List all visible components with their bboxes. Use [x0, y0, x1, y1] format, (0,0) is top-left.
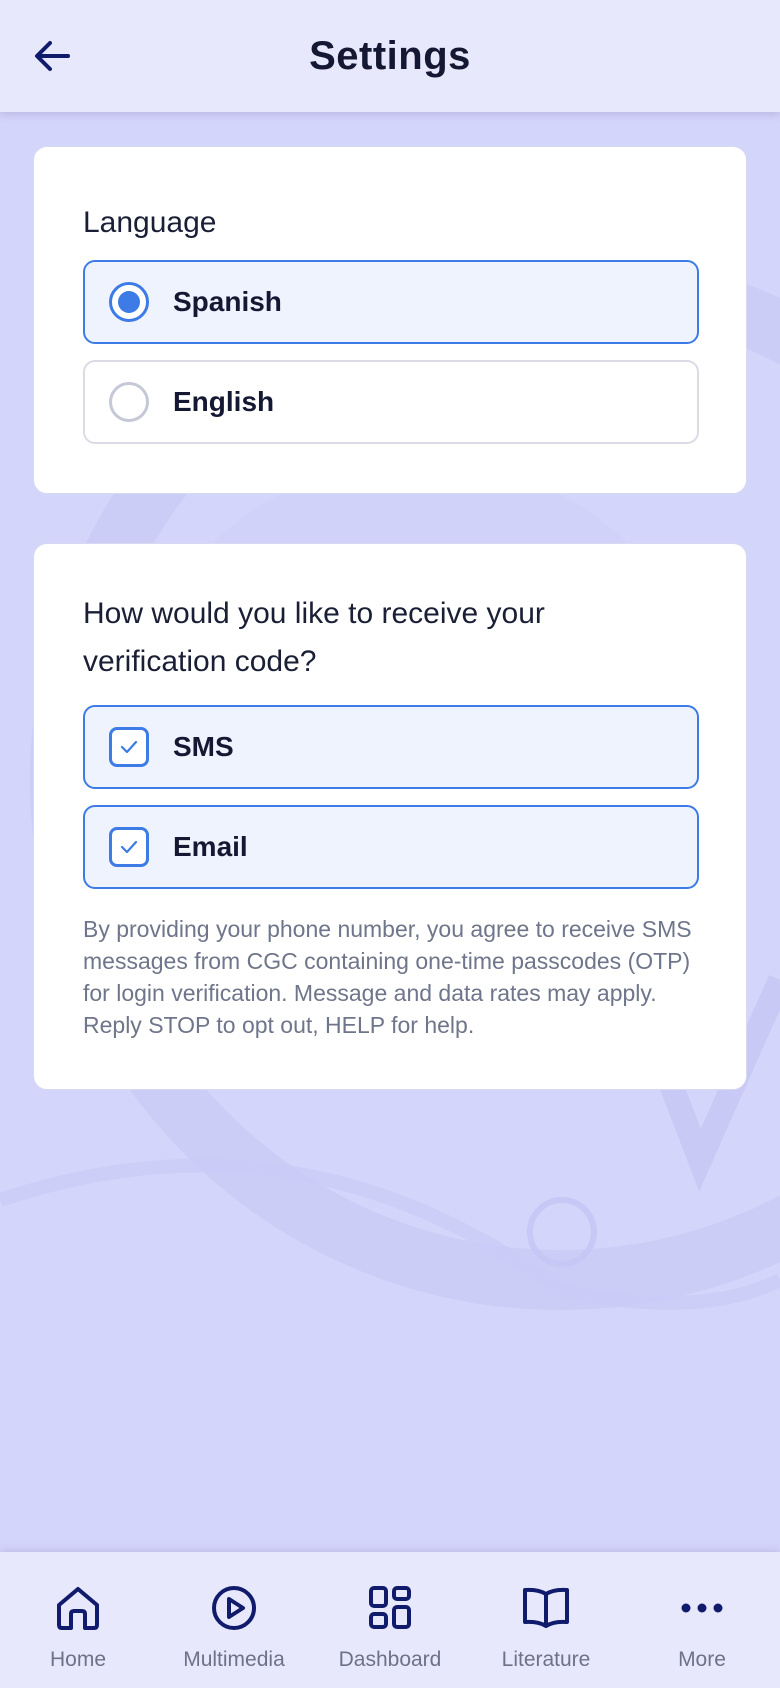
more-dots-icon	[681, 1603, 723, 1613]
nav-label: Home	[49, 1648, 107, 1671]
grid-icon	[369, 1586, 411, 1629]
nav-label: Dashboard	[338, 1648, 442, 1671]
language-heading: Language	[83, 206, 217, 239]
nav-label: More	[678, 1648, 726, 1671]
checkmark-icon	[120, 840, 138, 854]
nav-item-literature[interactable]: Literature	[468, 1552, 624, 1688]
bottom-nav: Home Multimedia Dashboard Literature Mor…	[0, 1552, 780, 1688]
language-option-spanish[interactable]: Spanish	[83, 260, 699, 344]
checkbox-checked-icon	[109, 727, 149, 767]
verification-heading-line2: verification code?	[83, 645, 317, 678]
app-header: Settings	[0, 0, 780, 112]
verification-heading-line1: How would you like to receive your	[83, 597, 545, 630]
nav-item-more[interactable]: More	[624, 1552, 780, 1688]
nav-item-home[interactable]: Home	[0, 1552, 156, 1688]
option-label: Email	[173, 831, 248, 862]
nav-item-multimedia[interactable]: Multimedia	[156, 1552, 312, 1688]
sms-disclaimer: By providing your phone number, you agre…	[83, 916, 692, 1038]
radio-unselected-icon	[109, 382, 149, 422]
checkbox-checked-icon	[109, 827, 149, 867]
option-label: English	[173, 386, 275, 417]
option-label: Spanish	[173, 286, 282, 317]
language-card: Language Spanish English	[33, 146, 747, 494]
verification-option-sms[interactable]: SMS	[83, 705, 699, 789]
nav-label: Literature	[501, 1648, 591, 1671]
page-title: Settings	[309, 34, 471, 78]
nav-item-dashboard[interactable]: Dashboard	[312, 1552, 468, 1688]
verification-card: How would you like to receive your verif…	[33, 543, 747, 1090]
option-label: SMS	[173, 731, 234, 762]
arrow-left-icon	[35, 41, 70, 71]
nav-label: Multimedia	[183, 1648, 285, 1671]
play-circle-icon	[212, 1586, 256, 1630]
radio-selected-icon	[109, 282, 149, 322]
book-icon	[523, 1587, 569, 1628]
language-option-english[interactable]: English	[83, 360, 699, 444]
back-button[interactable]	[24, 28, 80, 84]
verification-option-email[interactable]: Email	[83, 805, 699, 889]
home-icon	[57, 1587, 99, 1630]
checkmark-icon	[120, 740, 138, 754]
